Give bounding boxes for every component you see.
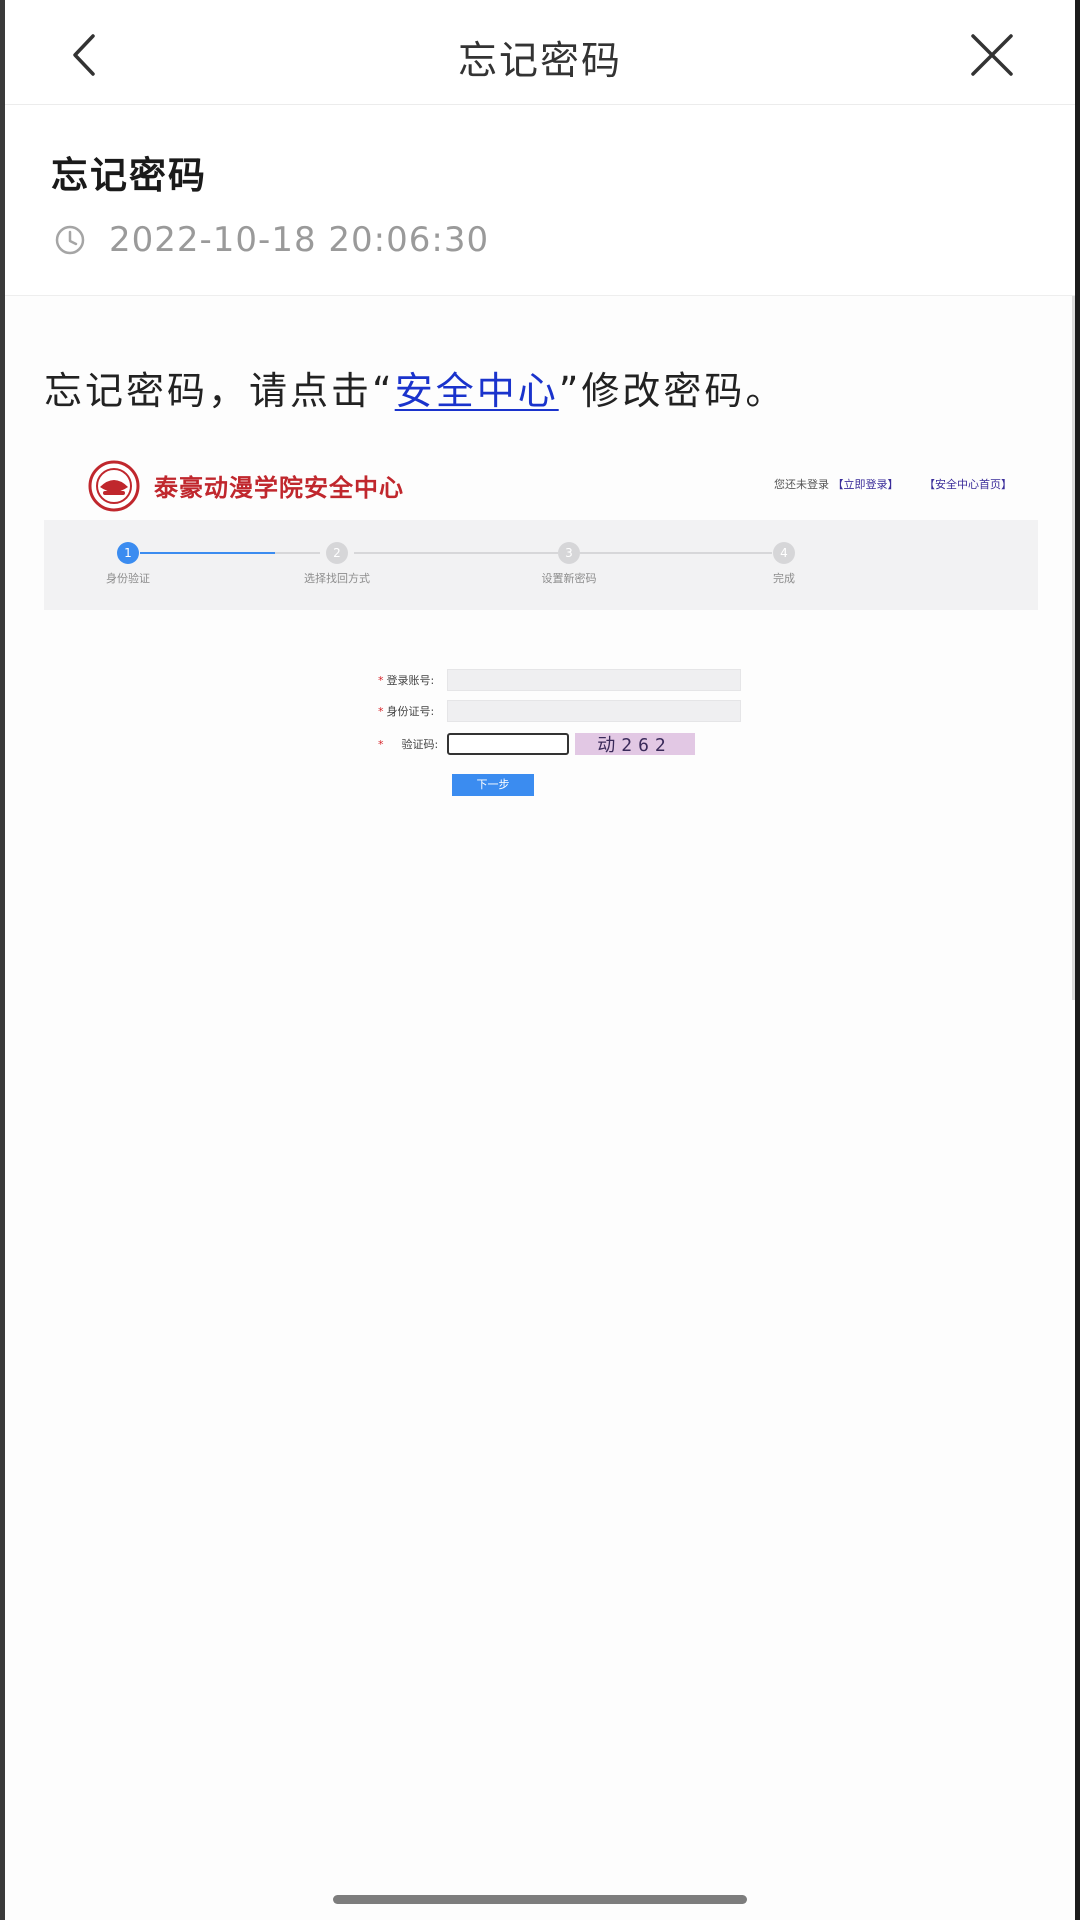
required-mark: * — [378, 737, 384, 751]
required-mark: * — [378, 673, 384, 687]
captcha-input[interactable] — [446, 733, 569, 755]
step-number: 2 — [326, 542, 348, 564]
step-progress: 1 身份验证 2 选择找回方式 3 设置新密码 4 完成 — [44, 520, 1038, 610]
next-step-button[interactable]: 下一步 — [452, 774, 534, 796]
step-number: 4 — [773, 542, 795, 564]
article-title: 忘记密码 — [51, 154, 207, 197]
navigation-bar: 忘记密码 — [5, 0, 1075, 105]
step-done: 4 完成 — [704, 542, 864, 586]
step-label: 身份验证 — [106, 572, 150, 585]
device-frame-right — [1075, 0, 1080, 1920]
article-header: 忘记密码 2022-10-18 20:06:30 — [5, 105, 1075, 296]
account-label: 登录账号: — [386, 674, 435, 687]
id-number-row: * 身份证号: — [378, 700, 741, 722]
home-indicator — [333, 1895, 747, 1904]
login-status-text: 您还未登录 — [774, 478, 829, 491]
step-label: 设置新密码 — [541, 572, 597, 585]
step-identity: 1 身份验证 — [48, 542, 208, 586]
page-title: 忘记密码 — [457, 39, 622, 84]
captcha-label: 验证码: — [401, 738, 439, 751]
security-center-link[interactable]: 安全中心 — [395, 369, 559, 413]
required-mark: * — [378, 704, 384, 718]
captcha-row: * 验证码: 动262 — [378, 733, 695, 756]
step-label: 选择找回方式 — [304, 572, 370, 585]
school-logo-icon — [88, 460, 140, 512]
login-link[interactable]: 【立即登录】 — [833, 478, 899, 491]
step-new-password: 3 设置新密码 — [489, 542, 649, 586]
step-method: 2 选择找回方式 — [257, 542, 417, 586]
login-hint: 您还未登录 【立即登录】 【安全中心首页】 — [774, 476, 1012, 492]
account-input[interactable] — [446, 669, 741, 691]
captcha-image[interactable]: 动262 — [574, 733, 695, 756]
id-number-label: 身份证号: — [386, 705, 435, 718]
step-label: 完成 — [773, 572, 795, 585]
body-text-prefix: 忘记密码，请点击“ — [44, 369, 395, 413]
article-meta: 2022-10-18 20:06:30 — [53, 215, 489, 265]
close-button[interactable] — [967, 30, 1017, 80]
site-name: 泰豪动漫学院安全中心 — [154, 474, 404, 502]
article-body: 忘记密码，请点击“安全中心”修改密码。 — [44, 360, 786, 415]
close-icon — [971, 34, 1013, 76]
clock-icon — [55, 225, 85, 255]
security-home-link[interactable]: 【安全中心首页】 — [924, 478, 1012, 491]
body-text-suffix: ”修改密码。 — [558, 369, 787, 413]
step-number: 1 — [117, 542, 139, 564]
embedded-screenshot: 泰豪动漫学院安全中心 您还未登录 【立即登录】 【安全中心首页】 1 身份验证 … — [44, 440, 1038, 820]
account-row: * 登录账号: — [378, 669, 741, 691]
step-number: 3 — [558, 542, 580, 564]
id-number-input[interactable] — [446, 700, 741, 722]
publish-time: 2022-10-18 20:06:30 — [109, 220, 490, 260]
